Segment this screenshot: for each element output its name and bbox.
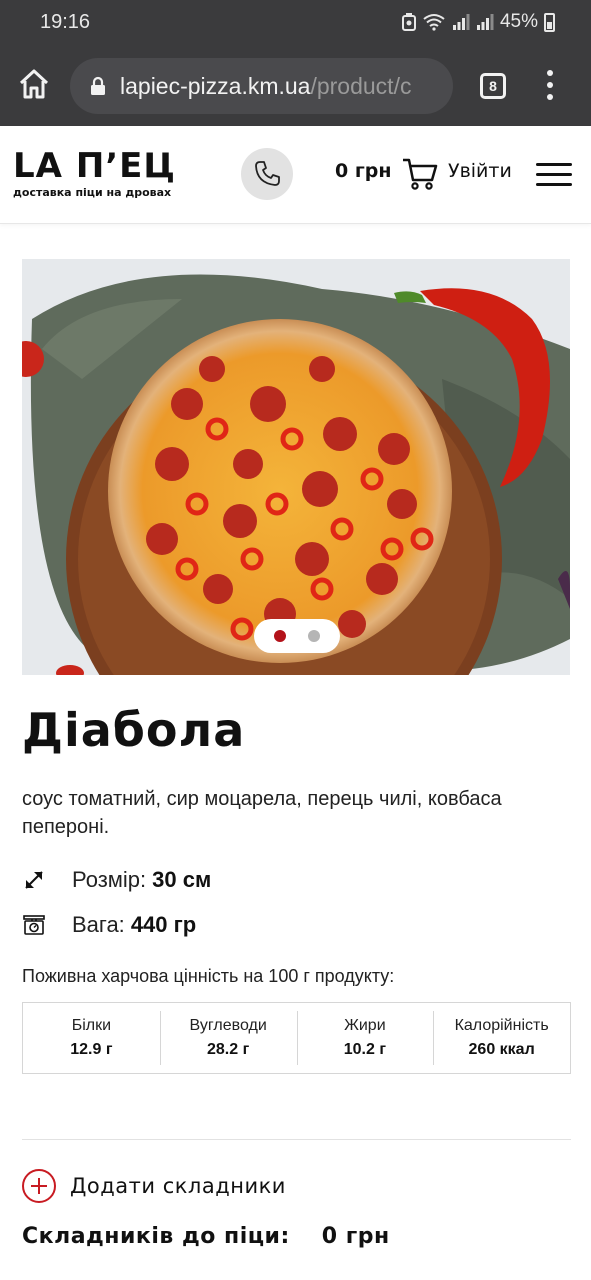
slider-dot[interactable] <box>274 630 286 642</box>
url-text: lapiec-pizza.km.ua/product/c <box>120 73 411 100</box>
more-options-icon[interactable] <box>546 70 554 102</box>
signal-icon <box>452 14 470 30</box>
nutrition-label: Калорійність <box>454 1017 549 1034</box>
nutrition-cell-protein: Білки 12.9 г <box>23 1003 160 1073</box>
nutrition-cell-fat: Жири 10.2 г <box>296 1003 434 1073</box>
section-divider <box>22 1139 571 1140</box>
cart-icon[interactable] <box>402 157 438 191</box>
nutrition-value: 260 ккал <box>468 1041 535 1058</box>
nutrition-value: 10.2 г <box>343 1041 386 1058</box>
lock-icon <box>91 76 105 95</box>
pizza-photo <box>22 259 570 675</box>
status-time: 19:16 <box>40 11 91 33</box>
wifi-icon <box>423 14 445 31</box>
logo-text: LA П’ЕЦ <box>13 146 176 186</box>
plus-circle-icon <box>22 1169 56 1203</box>
slider-dot[interactable] <box>308 630 320 642</box>
weight-spec: Вага: 440 гр <box>22 912 196 938</box>
slider-pagination <box>254 619 340 653</box>
scale-icon <box>23 915 45 935</box>
address-bar[interactable]: lapiec-pizza.km.ua/product/c <box>70 58 453 114</box>
status-bar: 19:16 45% <box>0 0 591 46</box>
resize-arrows-icon <box>25 871 43 889</box>
url-path: /product/c <box>310 73 412 99</box>
weight-label: Вага: <box>72 912 125 937</box>
extras-total: Складників до піци: 0 грн <box>22 1224 390 1249</box>
product-title: Діабола <box>22 703 246 757</box>
phone-icon <box>255 161 280 186</box>
signal-icon <box>476 14 494 30</box>
product-description: соус томатний, сир моцарела, перець чилі… <box>22 788 502 838</box>
cart-total[interactable]: 0 грн <box>335 160 392 182</box>
nutrition-title: Поживна харчова цінність на 100 г продук… <box>22 966 395 986</box>
extras-total-price: 0 грн <box>321 1224 390 1249</box>
site-header: LA П’ЕЦ доставка піци на дровах 0 грн Ув… <box>0 126 591 224</box>
battery-percent: 45% <box>499 11 538 32</box>
size-label: Розмір: <box>72 867 147 892</box>
size-spec: Розмір: 30 см <box>22 867 211 893</box>
extras-total-label: Складників до піци: <box>22 1224 290 1249</box>
battery-icon <box>544 12 555 32</box>
site-logo[interactable]: LA П’ЕЦ доставка піци на дровах <box>13 148 176 199</box>
product-image-slider[interactable] <box>22 259 570 675</box>
hamburger-menu-icon[interactable] <box>536 163 572 186</box>
nutrition-label: Білки <box>71 1017 112 1034</box>
size-value: 30 см <box>152 867 212 892</box>
nutrition-value: 12.9 г <box>70 1041 113 1058</box>
nutrition-label: Жири <box>344 1017 386 1034</box>
login-link[interactable]: Увійти <box>448 160 512 182</box>
nutrition-cell-calories: Калорійність 260 ккал <box>433 1003 570 1073</box>
nutrition-table: Білки 12.9 г Вуглеводи 28.2 г Жири 10.2 … <box>22 1002 571 1074</box>
home-icon[interactable] <box>16 66 52 102</box>
data-saver-icon <box>401 13 416 31</box>
add-ingredients-label: Додати складники <box>70 1174 286 1198</box>
add-ingredients-button[interactable]: Додати складники <box>22 1169 286 1203</box>
url-domain: lapiec-pizza.km.ua <box>120 73 311 99</box>
phone-button[interactable] <box>241 148 293 200</box>
weight-value: 440 гр <box>130 912 197 937</box>
nutrition-value: 28.2 г <box>207 1041 250 1058</box>
browser-toolbar: lapiec-pizza.km.ua/product/c 8 <box>0 46 591 126</box>
nutrition-cell-carbs: Вуглеводи 28.2 г <box>159 1003 297 1073</box>
nutrition-label: Вуглеводи <box>189 1017 267 1034</box>
logo-tagline: доставка піци на дровах <box>13 186 172 199</box>
tab-switcher-button[interactable]: 8 <box>480 73 506 99</box>
status-icons: 45% <box>401 11 555 33</box>
